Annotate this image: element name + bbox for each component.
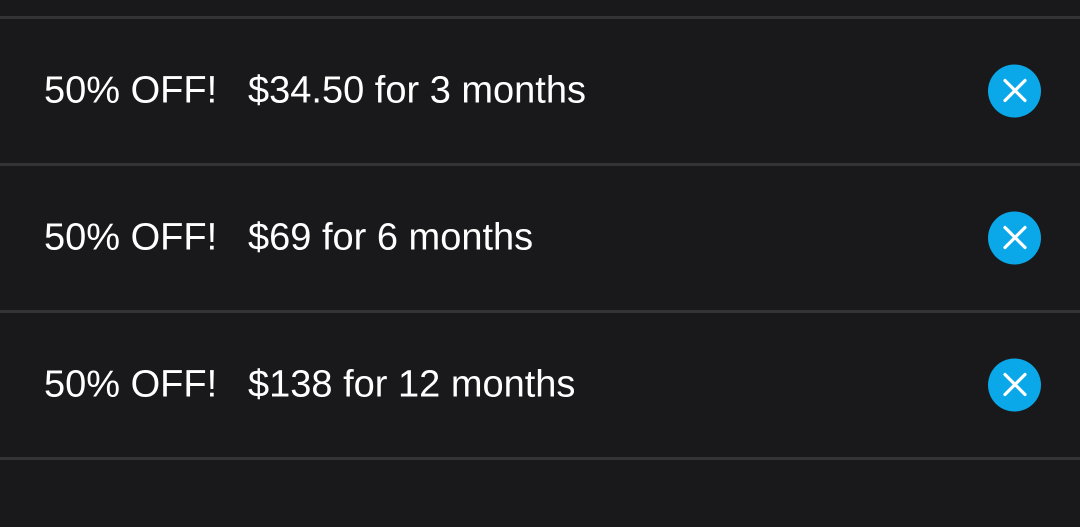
- offer-row-3-months[interactable]: 50% OFF! $34.50 for 3 months: [0, 19, 1080, 162]
- offer-price: $138 for 12 months: [248, 363, 576, 405]
- discount-badge: 50% OFF!: [44, 69, 218, 111]
- offer-row-12-months[interactable]: 50% OFF! $138 for 12 months: [0, 313, 1080, 456]
- close-icon: [1002, 372, 1027, 397]
- remove-offer-button[interactable]: [988, 64, 1041, 117]
- remove-offer-button[interactable]: [988, 211, 1041, 264]
- offer-price: $69 for 6 months: [248, 216, 534, 258]
- offer-row-6-months[interactable]: 50% OFF! $69 for 6 months: [0, 166, 1080, 309]
- divider: [0, 457, 1080, 460]
- offer-price: $34.50 for 3 months: [248, 69, 586, 111]
- close-icon: [1002, 225, 1027, 250]
- discount-badge: 50% OFF!: [44, 363, 218, 405]
- close-icon: [1002, 78, 1027, 103]
- discount-badge: 50% OFF!: [44, 216, 218, 258]
- remove-offer-button[interactable]: [988, 358, 1041, 411]
